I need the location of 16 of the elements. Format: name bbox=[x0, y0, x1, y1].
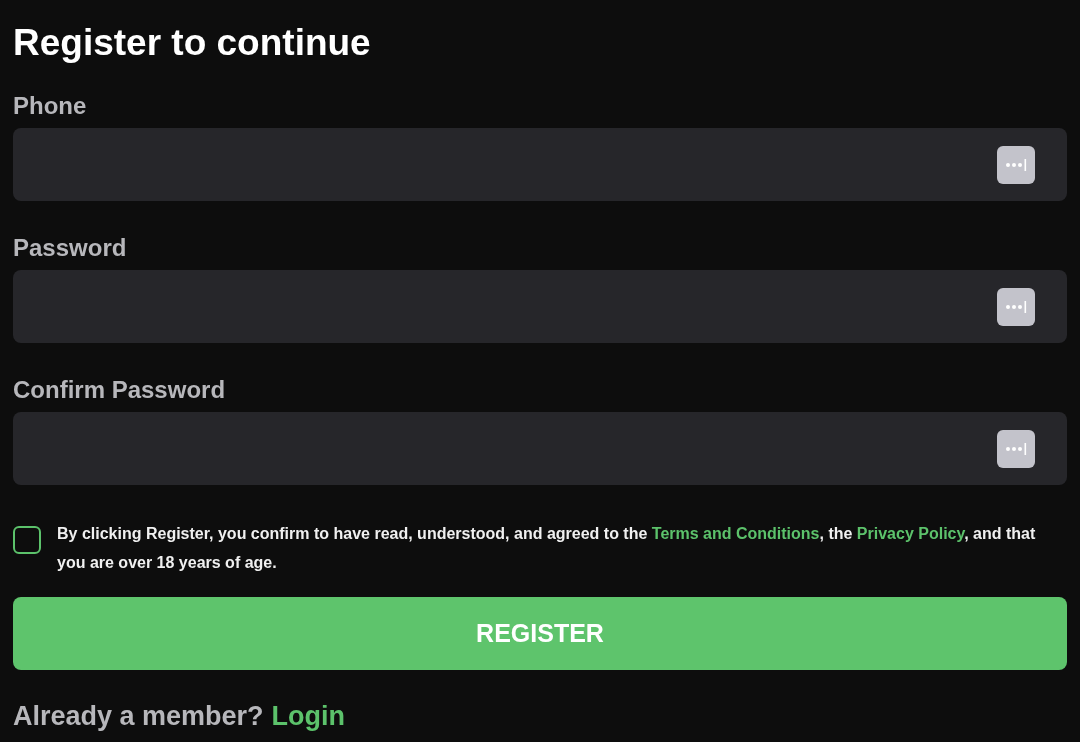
field-label: Password bbox=[13, 233, 127, 263]
password-manager-icon[interactable] bbox=[997, 287, 1035, 326]
page-title: Register to continue bbox=[13, 21, 371, 65]
password-manager-icon[interactable] bbox=[997, 145, 1035, 184]
field-label: Confirm Password bbox=[13, 375, 226, 405]
member-prompt: Already a member? bbox=[13, 700, 264, 733]
agreement-link[interactable]: Terms and Conditions bbox=[651, 525, 820, 542]
input-field[interactable] bbox=[13, 270, 1067, 343]
input-field[interactable] bbox=[13, 128, 1067, 201]
input-field[interactable] bbox=[13, 412, 1067, 485]
agreement-link[interactable]: Privacy Policy bbox=[856, 525, 965, 542]
field-label: Phone bbox=[13, 91, 87, 121]
password-manager-icon[interactable] bbox=[997, 429, 1035, 468]
login-link[interactable]: Login bbox=[271, 696, 346, 737]
agreement-checkbox[interactable] bbox=[13, 526, 41, 554]
agreement-text: By clicking Register, you confirm to have read, understood, and agreed to the Terms and Conditions, the Privacy Policy, and that you are over 18 years of age. bbox=[57, 524, 1037, 573]
